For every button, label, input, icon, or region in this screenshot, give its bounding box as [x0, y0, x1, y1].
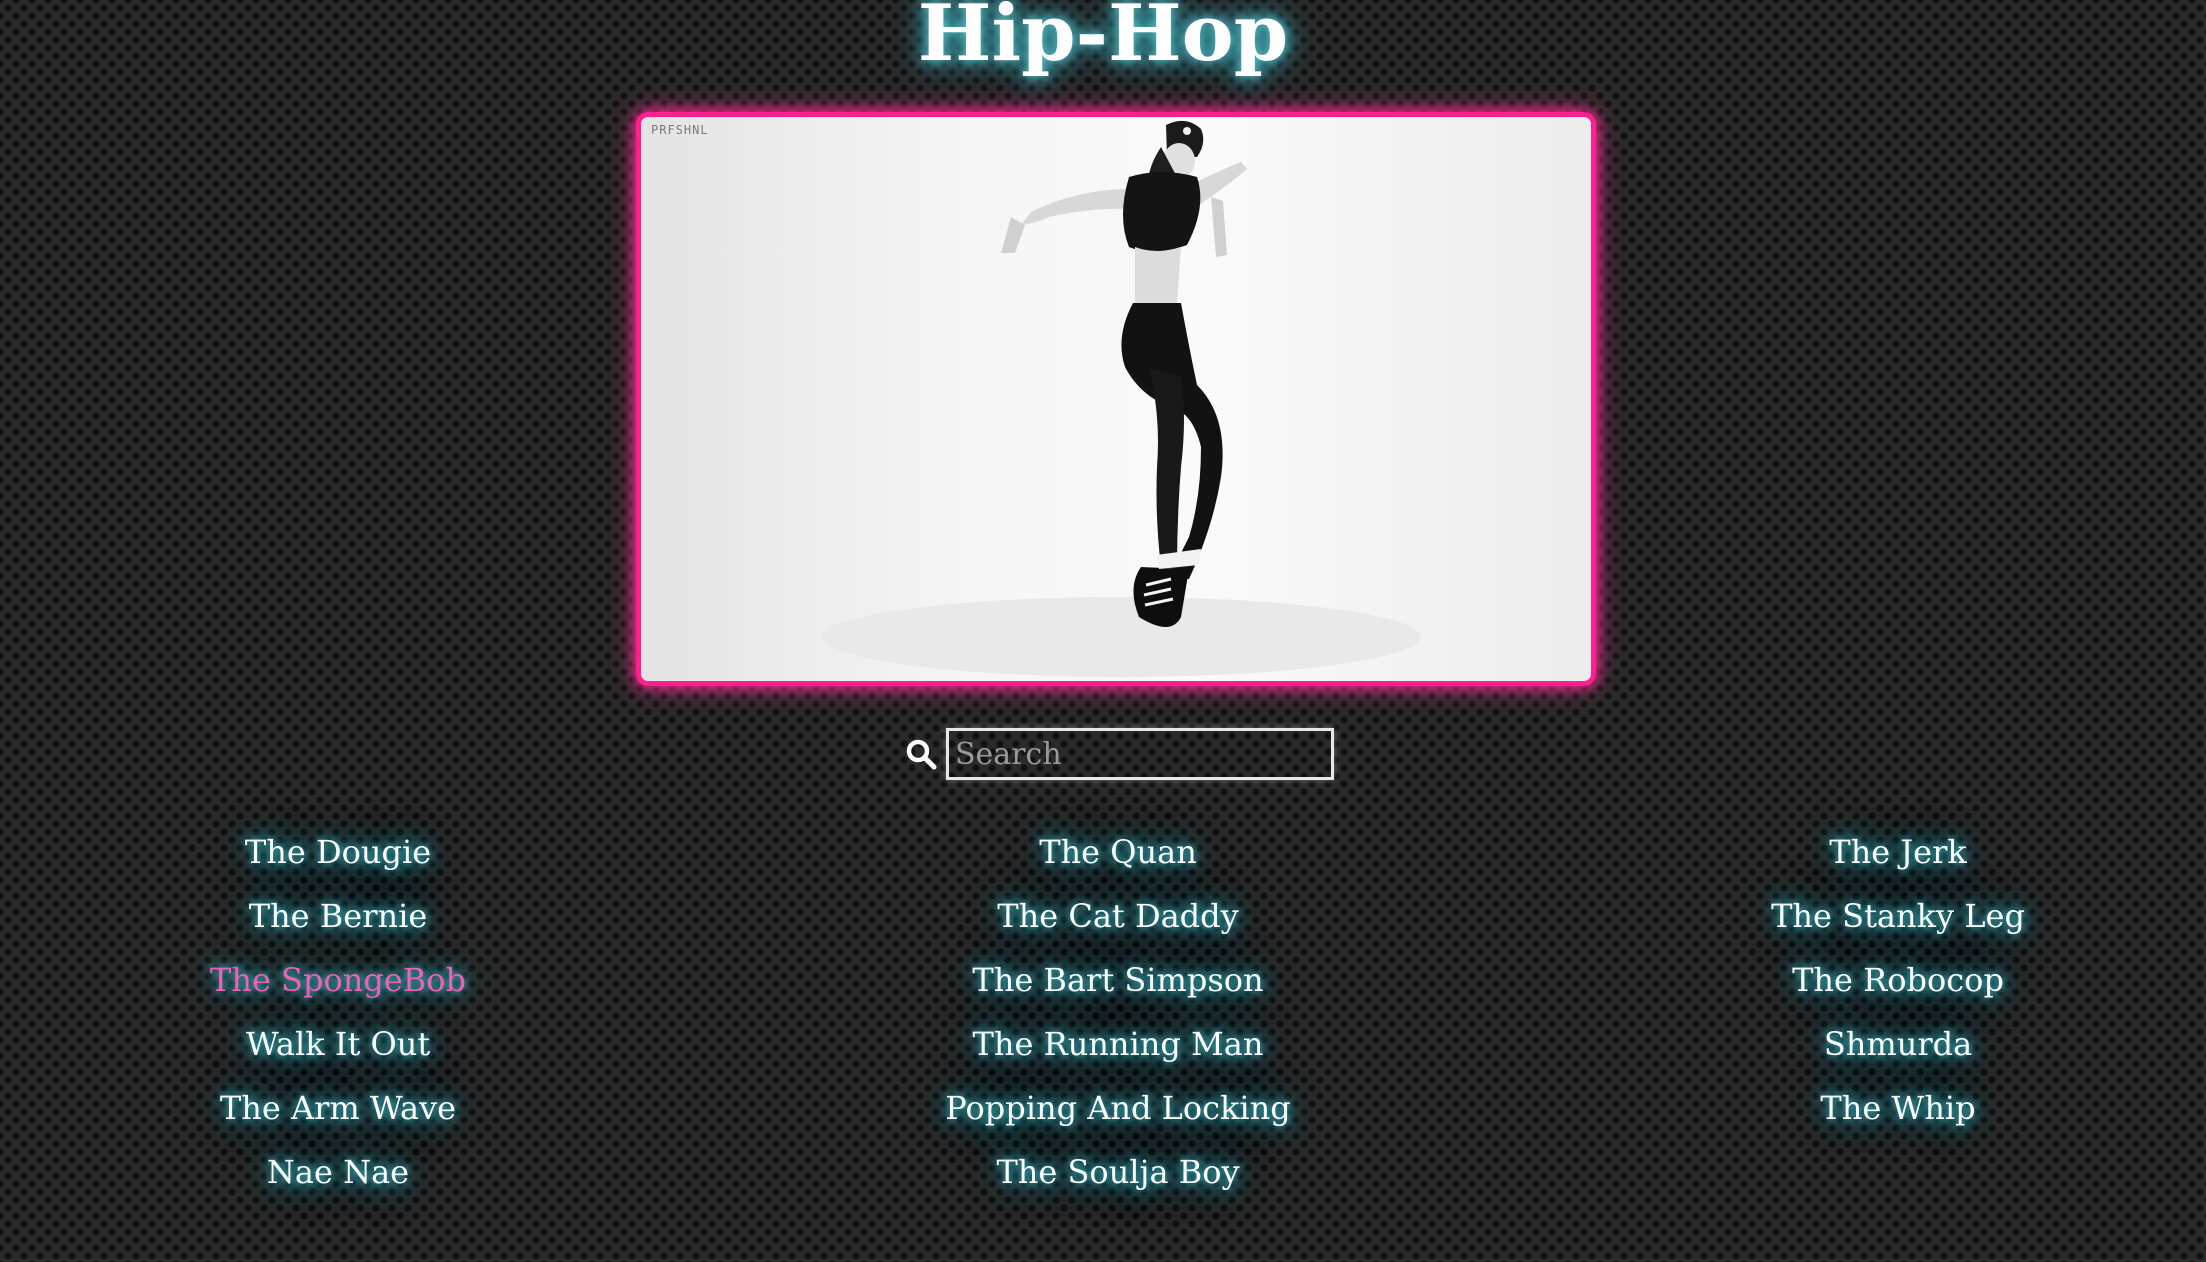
- dancer-video-frame: [821, 120, 1421, 677]
- search-bar: [904, 727, 1334, 781]
- video-watermark: PRFSHNL: [651, 123, 709, 137]
- dance-item-walk-it-out[interactable]: Walk It Out: [58, 1012, 618, 1076]
- search-icon[interactable]: [904, 737, 938, 771]
- dance-list-column-2: The Quan The Cat Daddy The Bart Simpson …: [838, 820, 1398, 1204]
- dance-item-the-spongebob[interactable]: The SpongeBob: [58, 948, 618, 1012]
- dance-item-nae-nae[interactable]: Nae Nae: [58, 1140, 618, 1204]
- search-input[interactable]: [946, 728, 1334, 780]
- page-title: Hip-Hop: [917, 0, 1289, 79]
- dance-item-the-cat-daddy[interactable]: The Cat Daddy: [838, 884, 1398, 948]
- dance-item-popping-and-locking[interactable]: Popping And Locking: [838, 1076, 1398, 1140]
- dance-item-the-jerk[interactable]: The Jerk: [1618, 820, 2178, 884]
- dance-item-the-dougie[interactable]: The Dougie: [58, 820, 618, 884]
- dance-item-the-soulja-boy[interactable]: The Soulja Boy: [838, 1140, 1398, 1204]
- dance-item-the-running-man[interactable]: The Running Man: [838, 1012, 1398, 1076]
- dance-item-the-stanky-leg[interactable]: The Stanky Leg: [1618, 884, 2178, 948]
- dance-item-the-bart-simpson[interactable]: The Bart Simpson: [838, 948, 1398, 1012]
- dance-item-shmurda[interactable]: Shmurda: [1618, 1012, 2178, 1076]
- dance-item-the-quan[interactable]: The Quan: [838, 820, 1398, 884]
- dance-item-the-arm-wave[interactable]: The Arm Wave: [58, 1076, 618, 1140]
- dance-item-the-whip[interactable]: The Whip: [1618, 1076, 2178, 1140]
- dance-list-column-1: The Dougie The Bernie The SpongeBob Walk…: [58, 820, 618, 1204]
- dance-item-the-bernie[interactable]: The Bernie: [58, 884, 618, 948]
- dance-video-player[interactable]: PRFSHNL: [636, 112, 1596, 686]
- dance-item-the-robocop[interactable]: The Robocop: [1618, 948, 2178, 1012]
- dance-list-column-3: The Jerk The Stanky Leg The Robocop Shmu…: [1618, 820, 2178, 1140]
